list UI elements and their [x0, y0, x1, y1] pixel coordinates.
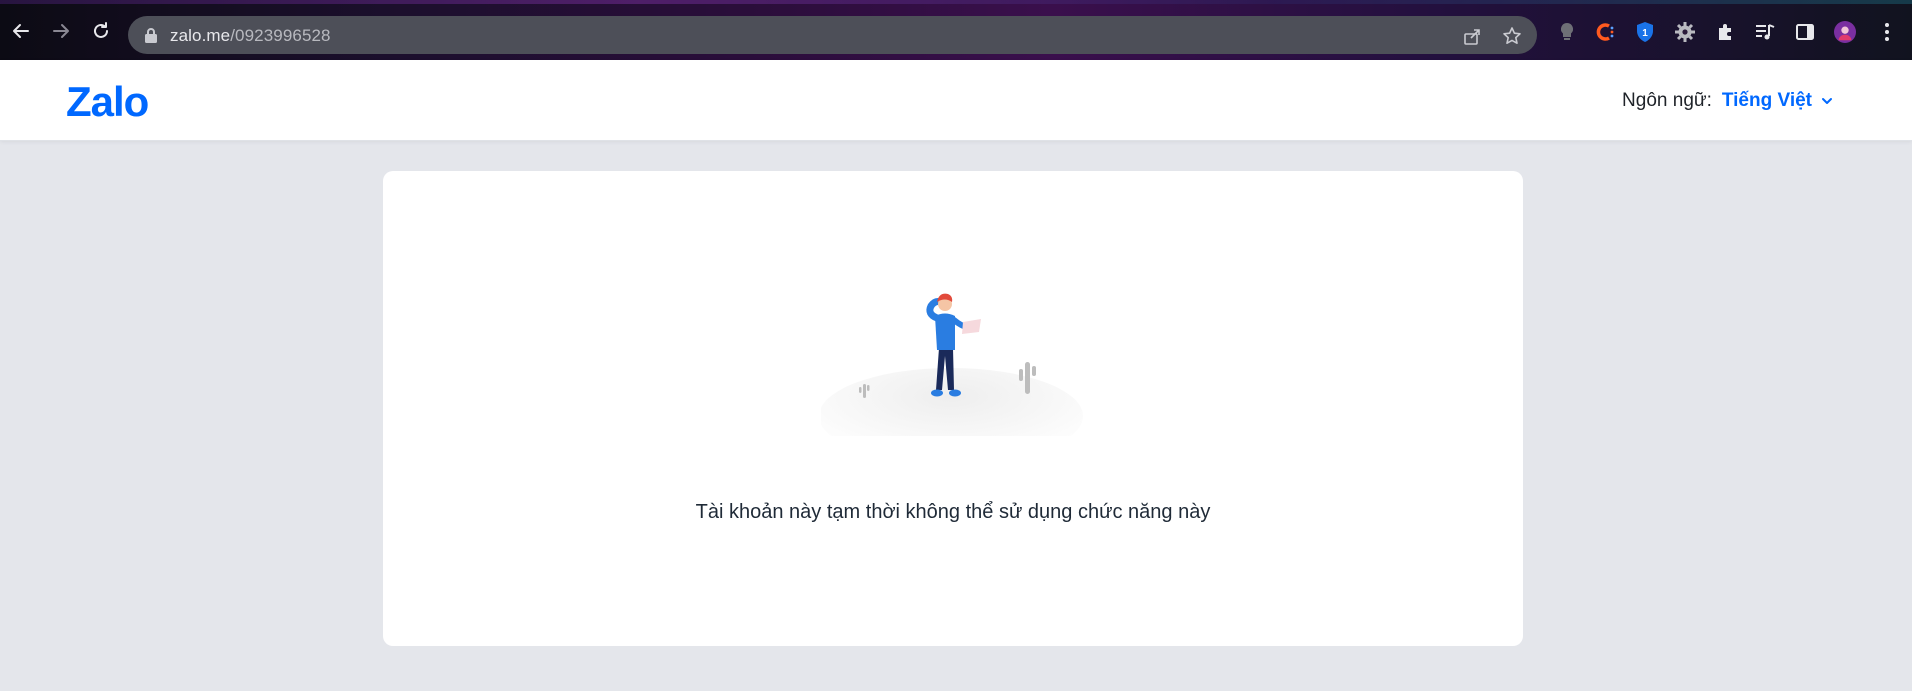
- sidepanel-icon[interactable]: [1794, 21, 1816, 43]
- forward-button[interactable]: [48, 18, 74, 44]
- url-host: zalo.me: [170, 26, 231, 45]
- error-message: Tài khoản này tạm thời không thể sử dụng…: [695, 501, 1211, 523]
- bulb-extension-icon[interactable]: [1556, 21, 1578, 43]
- url-path: /0923996528: [230, 26, 331, 45]
- reload-button[interactable]: [88, 18, 114, 44]
- language-label: Ngôn ngữ:: [1622, 90, 1712, 111]
- password-manager-icon[interactable]: 1: [1634, 21, 1656, 43]
- reload-icon: [94, 22, 108, 38]
- more-menu-icon[interactable]: [1876, 21, 1898, 43]
- forward-arrow-icon: [53, 24, 69, 38]
- site-header: Zalo Ngôn ngữ: Tiếng Việt: [0, 60, 1912, 141]
- language-value[interactable]: Tiếng Việt: [1722, 90, 1812, 112]
- lost-person-illustration: [821, 293, 1083, 436]
- star-icon[interactable]: [1502, 26, 1522, 46]
- browser-toolbar: zalo.me/0923996528 1: [0, 0, 1912, 60]
- puzzle-icon[interactable]: [1714, 21, 1736, 43]
- c-extension-icon[interactable]: [1594, 21, 1616, 43]
- zalo-logo[interactable]: Zalo: [66, 78, 149, 126]
- language-selector[interactable]: Ngôn ngữ: Tiếng Việt: [1622, 90, 1834, 112]
- profile-avatar-icon[interactable]: [1834, 21, 1856, 43]
- media-queue-icon[interactable]: [1754, 21, 1776, 43]
- address-bar[interactable]: zalo.me/0923996528: [128, 16, 1537, 54]
- url-text[interactable]: zalo.me/0923996528: [170, 26, 331, 46]
- back-arrow-icon: [13, 24, 29, 38]
- error-card: Tài khoản này tạm thời không thể sử dụng…: [383, 171, 1523, 646]
- chevron-down-icon[interactable]: [1820, 94, 1834, 108]
- gear-extension-icon[interactable]: [1674, 21, 1696, 43]
- lock-icon: [145, 28, 157, 43]
- back-button[interactable]: [8, 18, 34, 44]
- badge-number: 1: [1642, 28, 1648, 39]
- share-icon[interactable]: [1462, 26, 1482, 46]
